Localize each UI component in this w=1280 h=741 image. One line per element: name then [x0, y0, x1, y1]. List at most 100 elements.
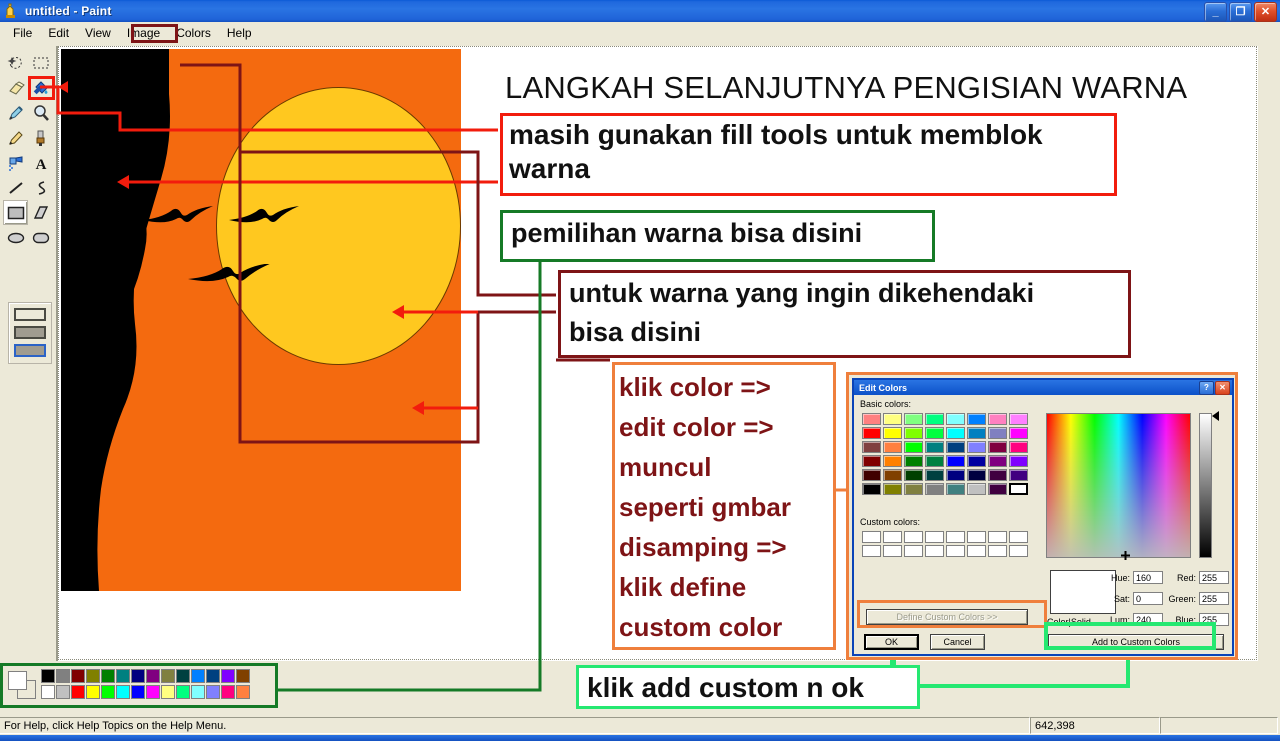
basic-color-swatch[interactable] — [883, 441, 902, 453]
basic-color-swatch[interactable] — [862, 413, 881, 425]
custom-color-swatch[interactable] — [862, 531, 881, 543]
basic-color-swatch[interactable] — [862, 427, 881, 439]
basic-color-swatch[interactable] — [967, 483, 986, 495]
basic-color-swatch[interactable] — [904, 441, 923, 453]
basic-color-swatch[interactable] — [1009, 413, 1028, 425]
basic-color-swatch[interactable] — [946, 455, 965, 467]
basic-color-swatch[interactable] — [883, 413, 902, 425]
palette-color-swatch[interactable] — [176, 685, 190, 699]
custom-color-swatch[interactable] — [967, 545, 986, 557]
palette-color-swatch[interactable] — [236, 685, 250, 699]
palette-color-swatch[interactable] — [56, 685, 70, 699]
basic-color-swatch[interactable] — [967, 455, 986, 467]
palette-color-swatch[interactable] — [131, 669, 145, 683]
basic-color-swatch[interactable] — [967, 413, 986, 425]
palette-color-swatch[interactable] — [71, 669, 85, 683]
custom-color-swatch[interactable] — [967, 531, 986, 543]
basic-color-swatch[interactable] — [925, 427, 944, 439]
basic-color-swatch[interactable] — [925, 483, 944, 495]
palette-color-swatch[interactable] — [101, 669, 115, 683]
palette-color-swatch[interactable] — [161, 685, 175, 699]
basic-color-swatch[interactable] — [862, 483, 881, 495]
basic-color-swatch[interactable] — [862, 455, 881, 467]
basic-color-swatch[interactable] — [967, 427, 986, 439]
basic-color-swatch[interactable] — [904, 413, 923, 425]
custom-color-swatch[interactable] — [925, 545, 944, 557]
luminance-slider-thumb-icon[interactable] — [1212, 411, 1219, 421]
palette-color-swatch[interactable] — [56, 669, 70, 683]
palette-color-swatch[interactable] — [71, 685, 85, 699]
basic-colors-grid[interactable] — [862, 413, 1028, 495]
basic-color-swatch[interactable] — [946, 413, 965, 425]
basic-color-swatch[interactable] — [883, 427, 902, 439]
basic-color-swatch[interactable] — [1009, 441, 1028, 453]
palette-color-swatch[interactable] — [206, 685, 220, 699]
hue-field[interactable]: 160 — [1133, 571, 1163, 584]
basic-color-swatch[interactable] — [988, 441, 1007, 453]
basic-color-swatch[interactable] — [967, 441, 986, 453]
palette-color-swatch[interactable] — [86, 685, 100, 699]
palette-color-swatch[interactable] — [206, 669, 220, 683]
basic-color-swatch[interactable] — [883, 469, 902, 481]
cancel-button[interactable]: Cancel — [930, 634, 985, 650]
palette-color-swatch[interactable] — [146, 685, 160, 699]
basic-color-swatch[interactable] — [904, 483, 923, 495]
basic-color-swatch[interactable] — [1009, 483, 1028, 495]
basic-color-swatch[interactable] — [883, 483, 902, 495]
red-field[interactable]: 255 — [1199, 571, 1229, 584]
basic-color-swatch[interactable] — [967, 469, 986, 481]
basic-color-swatch[interactable] — [988, 469, 1007, 481]
palette-color-swatch[interactable] — [176, 669, 190, 683]
color-palette[interactable] — [6, 669, 250, 700]
custom-colors-grid[interactable] — [862, 531, 1028, 557]
custom-color-swatch[interactable] — [904, 545, 923, 557]
palette-color-swatch[interactable] — [116, 685, 130, 699]
basic-color-swatch[interactable] — [883, 455, 902, 467]
palette-color-swatch[interactable] — [161, 669, 175, 683]
palette-color-swatch[interactable] — [101, 685, 115, 699]
custom-color-swatch[interactable] — [988, 545, 1007, 557]
custom-color-swatch[interactable] — [1009, 531, 1028, 543]
basic-color-swatch[interactable] — [904, 427, 923, 439]
basic-color-swatch[interactable] — [925, 469, 944, 481]
current-colors-indicator[interactable] — [6, 669, 37, 700]
palette-color-swatch[interactable] — [236, 669, 250, 683]
custom-color-swatch[interactable] — [946, 545, 965, 557]
basic-color-swatch[interactable] — [862, 441, 881, 453]
palette-color-swatch[interactable] — [221, 669, 235, 683]
palette-color-swatch[interactable] — [116, 669, 130, 683]
palette-color-swatch[interactable] — [191, 685, 205, 699]
green-field[interactable]: 255 — [1199, 592, 1229, 605]
palette-color-swatch[interactable] — [41, 669, 55, 683]
palette-color-swatch[interactable] — [86, 669, 100, 683]
basic-color-swatch[interactable] — [1009, 427, 1028, 439]
basic-color-swatch[interactable] — [1009, 455, 1028, 467]
basic-color-swatch[interactable] — [988, 427, 1007, 439]
foreground-color-swatch[interactable] — [8, 671, 27, 690]
palette-color-swatch[interactable] — [191, 669, 205, 683]
basic-color-swatch[interactable] — [925, 413, 944, 425]
basic-color-swatch[interactable] — [988, 483, 1007, 495]
dialog-close-button[interactable]: ✕ — [1215, 381, 1230, 395]
basic-color-swatch[interactable] — [925, 455, 944, 467]
basic-color-swatch[interactable] — [988, 413, 1007, 425]
custom-color-swatch[interactable] — [883, 545, 902, 557]
color-spectrum-field[interactable] — [1046, 413, 1191, 558]
basic-color-swatch[interactable] — [946, 483, 965, 495]
basic-color-swatch[interactable] — [1009, 469, 1028, 481]
palette-color-swatch[interactable] — [221, 685, 235, 699]
custom-color-swatch[interactable] — [925, 531, 944, 543]
palette-swatch-grid[interactable] — [41, 669, 250, 700]
palette-color-swatch[interactable] — [146, 669, 160, 683]
custom-color-swatch[interactable] — [862, 545, 881, 557]
basic-color-swatch[interactable] — [946, 469, 965, 481]
basic-color-swatch[interactable] — [925, 441, 944, 453]
custom-color-swatch[interactable] — [883, 531, 902, 543]
luminance-slider[interactable] — [1199, 413, 1212, 558]
palette-color-swatch[interactable] — [131, 685, 145, 699]
basic-color-swatch[interactable] — [946, 427, 965, 439]
custom-color-swatch[interactable] — [1009, 545, 1028, 557]
ok-button[interactable]: OK — [864, 634, 919, 650]
basic-color-swatch[interactable] — [862, 469, 881, 481]
basic-color-swatch[interactable] — [904, 469, 923, 481]
